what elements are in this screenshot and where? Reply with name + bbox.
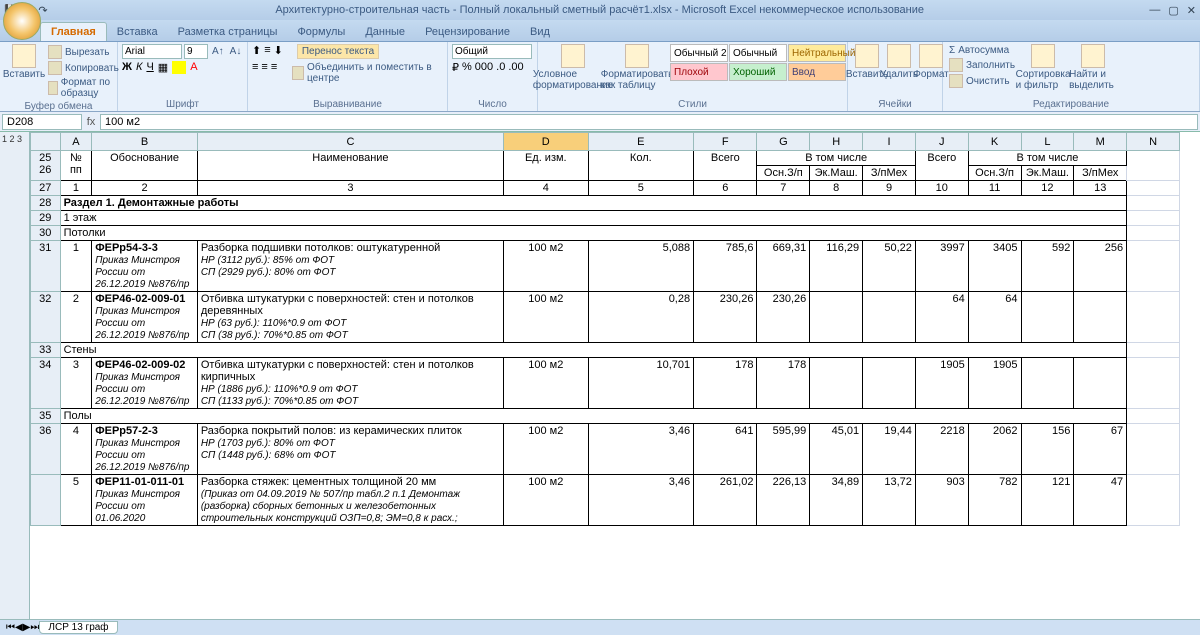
col-A[interactable]: A — [60, 133, 92, 151]
border-icon[interactable]: ▦ — [158, 61, 168, 74]
underline-button[interactable]: Ч — [146, 61, 153, 74]
outline-bar[interactable]: 1 2 3 — [0, 132, 30, 619]
sheet-nav-next-icon[interactable]: ▶ — [23, 622, 31, 633]
close-icon[interactable]: ✕ — [1187, 4, 1196, 17]
maximize-icon[interactable]: ▢ — [1168, 4, 1178, 17]
tab-view[interactable]: Вид — [520, 23, 560, 41]
col-F[interactable]: F — [694, 133, 757, 151]
grow-font-icon[interactable]: A↑ — [210, 44, 226, 59]
align-left-icon[interactable]: ≡ — [252, 61, 258, 85]
cond-format-button[interactable]: Условное форматирование — [542, 44, 604, 91]
window-title: Архитектурно-строительная часть - Полный… — [50, 4, 1149, 16]
col-L[interactable]: L — [1021, 133, 1074, 151]
format-cells-button[interactable]: Формат — [916, 44, 946, 80]
font-name[interactable] — [122, 44, 182, 59]
name-box[interactable] — [2, 114, 82, 130]
col-I[interactable]: I — [863, 133, 916, 151]
bold-button[interactable]: Ж — [122, 61, 132, 74]
formula-input[interactable] — [100, 114, 1198, 130]
hdr-osn[interactable]: Обоснование — [92, 151, 198, 181]
col-B[interactable]: B — [92, 133, 198, 151]
tab-formulas[interactable]: Формулы — [287, 23, 355, 41]
office-button[interactable] — [3, 2, 41, 40]
percent-icon[interactable]: % — [462, 61, 472, 74]
worksheet-grid[interactable]: A B C D E F G H I J K L M N 2526 № пп Об… — [30, 132, 1200, 619]
tab-review[interactable]: Рецензирование — [415, 23, 520, 41]
cut-button[interactable]: Вырезать — [46, 44, 121, 60]
tab-layout[interactable]: Разметка страницы — [168, 23, 288, 41]
style-neutral[interactable]: Нейтральный — [788, 44, 846, 62]
col-E[interactable]: E — [588, 133, 694, 151]
col-J[interactable]: J — [915, 133, 968, 151]
sheet-tab[interactable]: ЛСР 13 граф — [39, 621, 117, 634]
number-format[interactable] — [452, 44, 532, 59]
col-D[interactable]: D — [504, 133, 588, 151]
sheet-nav-last-icon[interactable]: ⏭ — [30, 622, 39, 633]
align-top-icon[interactable]: ⬆ — [252, 44, 261, 59]
title-bar: 💾 ↶ ↷ Архитектурно-строительная часть - … — [0, 0, 1200, 20]
col-N[interactable]: N — [1127, 133, 1180, 151]
col-H[interactable]: H — [810, 133, 863, 151]
tab-insert[interactable]: Вставка — [107, 23, 168, 41]
align-center-icon[interactable]: ≡ — [261, 61, 267, 85]
style-bad[interactable]: Плохой — [670, 63, 728, 81]
font-size[interactable] — [184, 44, 208, 59]
currency-icon[interactable]: ₽ — [452, 61, 459, 74]
hdr-naim[interactable]: Наименование — [197, 151, 503, 181]
sort-filter-button[interactable]: Сортировка и фильтр — [1019, 44, 1067, 91]
tab-home[interactable]: Главная — [40, 22, 107, 41]
align-mid-icon[interactable]: ≡ — [264, 44, 270, 59]
shrink-font-icon[interactable]: A↓ — [228, 44, 244, 59]
format-table-button[interactable]: Форматировать как таблицу — [606, 44, 668, 91]
autosum-button[interactable]: ΣАвтосумма — [947, 44, 1017, 57]
font-color-icon[interactable]: A — [190, 61, 197, 74]
fx-icon[interactable]: fx — [84, 116, 98, 128]
align-bot-icon[interactable]: ⬇ — [274, 44, 283, 59]
clear-button[interactable]: Очистить — [947, 73, 1017, 89]
hdr-vtom1[interactable]: В том числе — [757, 151, 915, 166]
find-select-button[interactable]: Найти и выделить — [1069, 44, 1117, 91]
col-C[interactable]: C — [197, 133, 503, 151]
copy-button[interactable]: Копировать — [46, 60, 121, 76]
tab-data[interactable]: Данные — [355, 23, 415, 41]
ribbon-tabs: Главная Вставка Разметка страницы Формул… — [0, 20, 1200, 42]
delete-cells-button[interactable]: Удалить — [884, 44, 914, 80]
sheet-nav-first-icon[interactable]: ⏮ — [6, 622, 15, 633]
style-normal[interactable]: Обычный — [729, 44, 787, 62]
status-bar: ⏮ ◀ ▶ ⏭ ЛСР 13 граф — [0, 619, 1200, 635]
insert-cells-button[interactable]: Вставить — [852, 44, 882, 80]
hdr-vtom2[interactable]: В том числе — [968, 151, 1126, 166]
col-G[interactable]: G — [757, 133, 810, 151]
hdr-vsego2[interactable]: Всего — [915, 151, 968, 181]
format-painter-button[interactable]: Формат по образцу — [46, 76, 121, 100]
hdr-ed[interactable]: Ед. изм. — [504, 151, 588, 181]
col-M[interactable]: M — [1074, 133, 1127, 151]
wrap-text-button[interactable]: Перенос текста — [297, 44, 379, 59]
inc-dec-icon[interactable]: .0 — [496, 61, 505, 74]
col-K[interactable]: K — [968, 133, 1021, 151]
fill-button[interactable]: Заполнить — [947, 57, 1017, 73]
section-header[interactable]: Раздел 1. Демонтажные работы — [60, 196, 1127, 211]
minimize-icon[interactable]: — — [1149, 4, 1160, 17]
select-all[interactable] — [31, 133, 61, 151]
dec-dec-icon[interactable]: .00 — [508, 61, 523, 74]
merge-button[interactable]: Объединить и поместить в центре — [290, 61, 443, 85]
align-right-icon[interactable]: ≡ — [271, 61, 277, 85]
hdr-vsego1[interactable]: Всего — [694, 151, 757, 181]
style-input[interactable]: Ввод — [788, 63, 846, 81]
fill-color-icon[interactable] — [172, 61, 186, 74]
formula-bar: fx — [0, 112, 1200, 132]
ribbon: Вставить Вырезать Копировать Формат по о… — [0, 42, 1200, 112]
paste-button[interactable]: Вставить — [4, 44, 44, 80]
comma-icon[interactable]: 000 — [475, 61, 493, 74]
hdr-kol[interactable]: Кол. — [588, 151, 694, 181]
sheet-nav-prev-icon[interactable]: ◀ — [15, 622, 23, 633]
style-good[interactable]: Хороший — [729, 63, 787, 81]
style-normal2[interactable]: Обычный 2 — [670, 44, 728, 62]
italic-button[interactable]: К — [136, 61, 142, 74]
hdr-npp[interactable]: № пп — [60, 151, 92, 181]
